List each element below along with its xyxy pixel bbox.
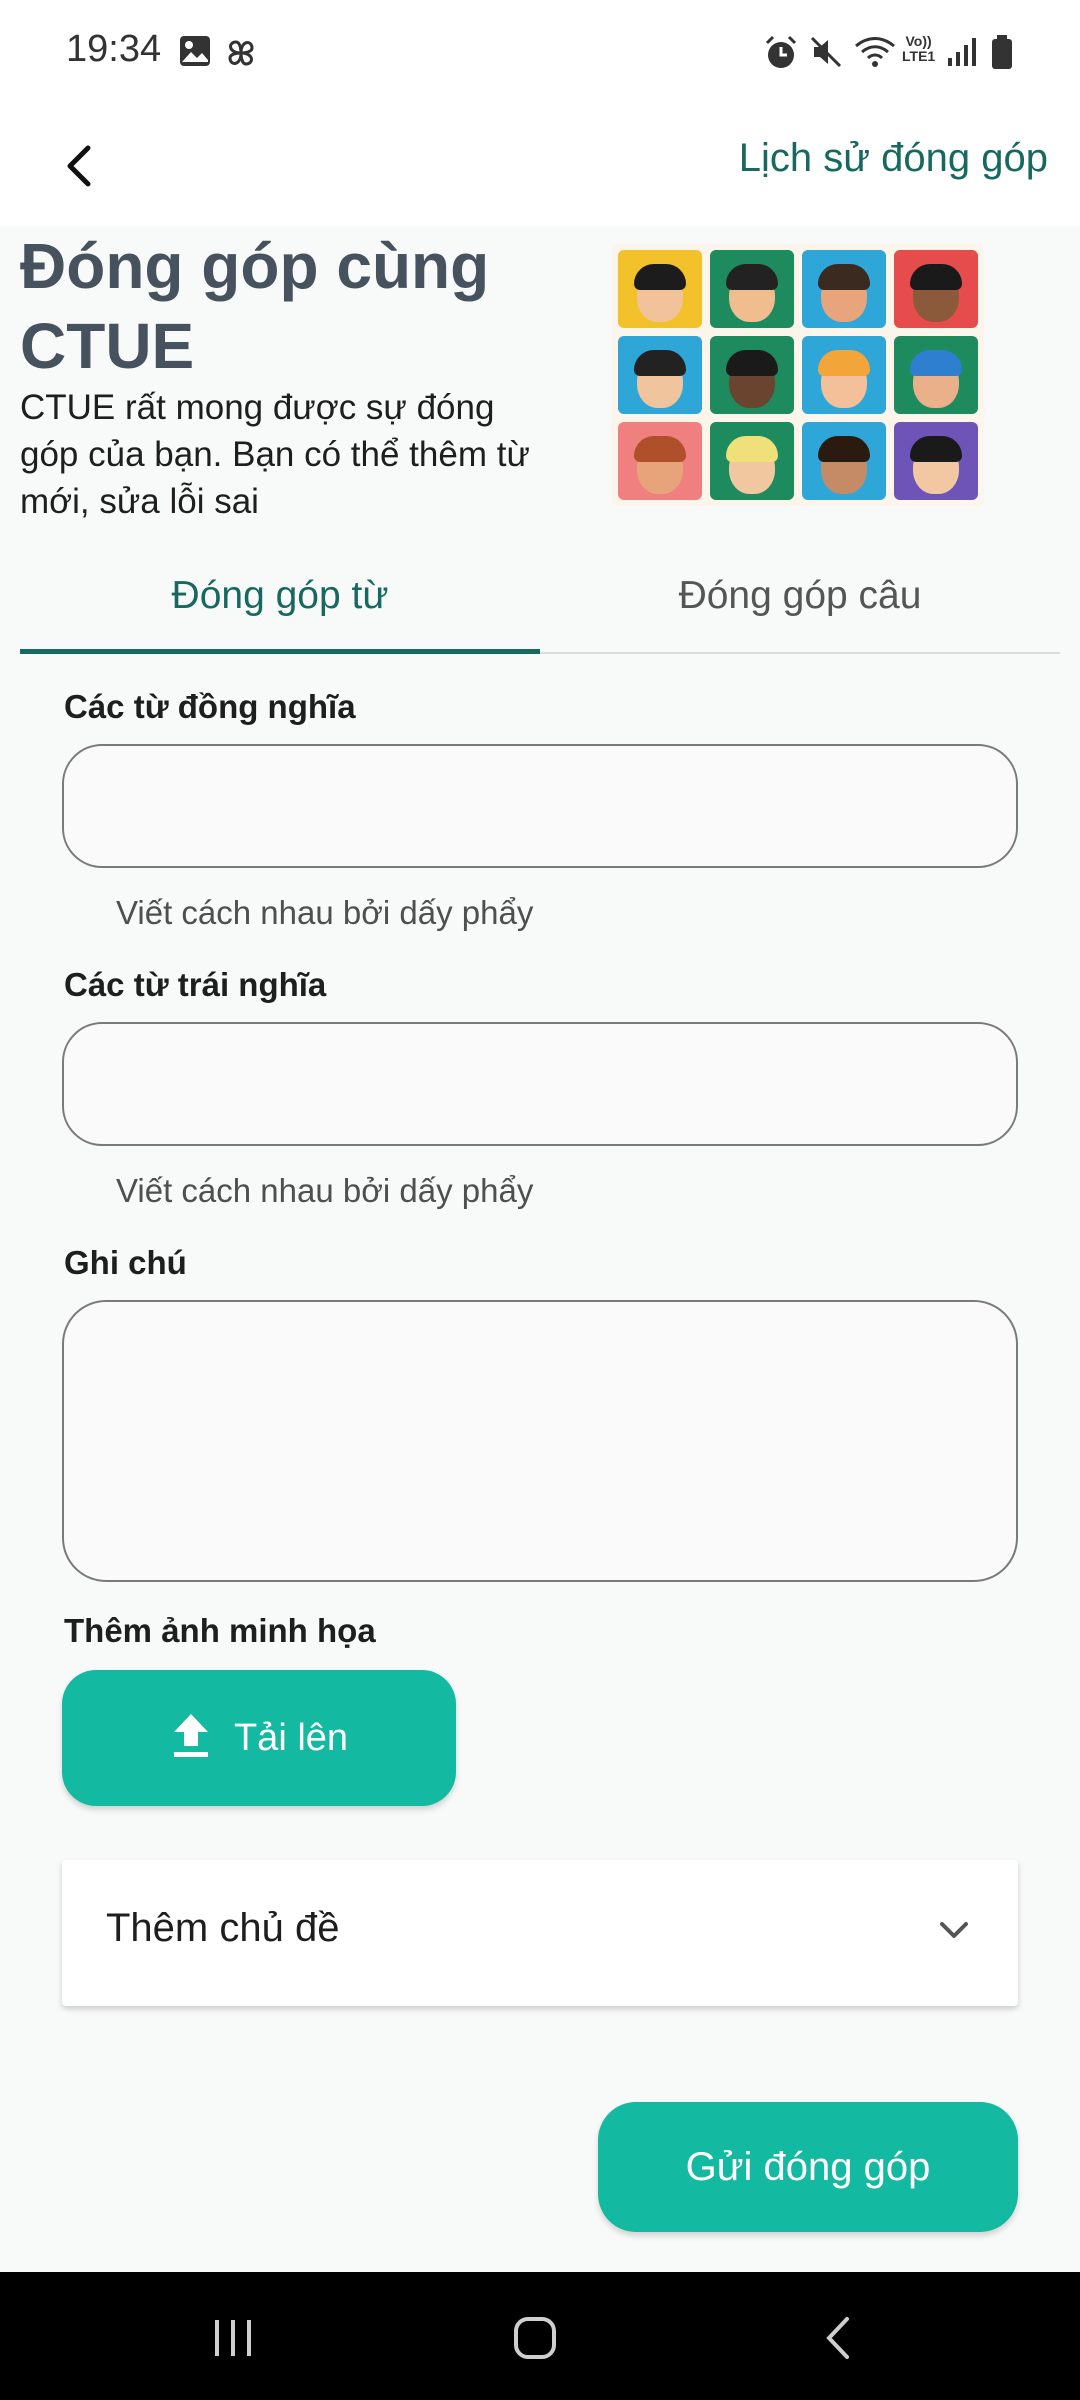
pinwheel-icon bbox=[222, 34, 260, 77]
tab-sentence-contribution[interactable]: Đóng góp câu bbox=[540, 540, 1060, 652]
image-label: Thêm ảnh minh họa bbox=[64, 1612, 376, 1649]
puzzle-piece bbox=[894, 422, 978, 500]
contribution-tabs: Đóng góp từ Đóng góp câu bbox=[20, 540, 1060, 654]
puzzle-piece bbox=[802, 336, 886, 414]
system-navigation-bar bbox=[0, 2272, 1080, 2400]
status-bar: 19:34 Vo)) LTE1 bbox=[0, 0, 1080, 110]
puzzle-piece bbox=[894, 250, 978, 328]
status-time: 19:34 bbox=[66, 28, 162, 70]
antonyms-helper-text: Viết cách nhau bởi dấy phẩy bbox=[116, 1172, 534, 1209]
puzzle-piece bbox=[802, 250, 886, 328]
home-button[interactable] bbox=[505, 2308, 565, 2368]
puzzle-piece bbox=[710, 250, 794, 328]
upload-button-label: Tải lên bbox=[233, 1716, 349, 1759]
upload-icon bbox=[170, 1712, 212, 1765]
antonyms-label: Các từ trái nghĩa bbox=[64, 966, 327, 1003]
topic-dropdown[interactable]: Thêm chủ đề bbox=[62, 1860, 1018, 2006]
contribution-history-link[interactable]: Lịch sử đóng góp bbox=[739, 136, 1048, 181]
puzzle-piece bbox=[618, 336, 702, 414]
submit-contribution-button[interactable]: Gửi đóng góp bbox=[598, 2102, 1018, 2232]
puzzle-piece bbox=[618, 250, 702, 328]
puzzle-piece bbox=[894, 336, 978, 414]
upload-button[interactable]: Tải lên bbox=[62, 1670, 456, 1806]
battery-icon bbox=[990, 34, 1014, 75]
puzzle-piece bbox=[710, 336, 794, 414]
synonyms-label: Các từ đồng nghĩa bbox=[64, 688, 356, 725]
chevron-down-icon bbox=[934, 1910, 974, 1955]
mute-icon bbox=[808, 34, 844, 75]
note-textarea[interactable] bbox=[62, 1300, 1018, 1582]
wifi-icon bbox=[854, 34, 896, 75]
topic-label: Thêm chủ đề bbox=[106, 1906, 340, 1950]
tab-word-contribution[interactable]: Đóng góp từ bbox=[20, 540, 540, 652]
page-title: Đóng góp cùng CTUE bbox=[20, 230, 490, 382]
page-description: CTUE rất mong được sự đóng góp của bạn. … bbox=[20, 388, 530, 521]
puzzle-piece bbox=[618, 422, 702, 500]
puzzle-piece bbox=[710, 422, 794, 500]
tab-indicator bbox=[20, 649, 540, 654]
gallery-icon bbox=[178, 34, 212, 73]
app-bar: Lịch sử đóng góp bbox=[0, 110, 1080, 226]
back-button[interactable] bbox=[44, 132, 116, 204]
antonyms-input[interactable] bbox=[62, 1022, 1018, 1146]
synonyms-helper-text: Viết cách nhau bởi dấy phẩy bbox=[116, 894, 534, 931]
puzzle-piece bbox=[802, 422, 886, 500]
synonyms-input[interactable] bbox=[62, 744, 1018, 868]
community-illustration bbox=[612, 244, 984, 506]
chevron-left-icon bbox=[62, 144, 98, 193]
note-label: Ghi chú bbox=[64, 1244, 187, 1281]
volte-indicator: Vo)) LTE1 bbox=[902, 33, 936, 64]
nav-back-button[interactable] bbox=[808, 2308, 868, 2368]
alarm-icon bbox=[762, 34, 800, 77]
recent-apps-button[interactable] bbox=[203, 2308, 263, 2368]
signal-icon bbox=[946, 34, 980, 73]
